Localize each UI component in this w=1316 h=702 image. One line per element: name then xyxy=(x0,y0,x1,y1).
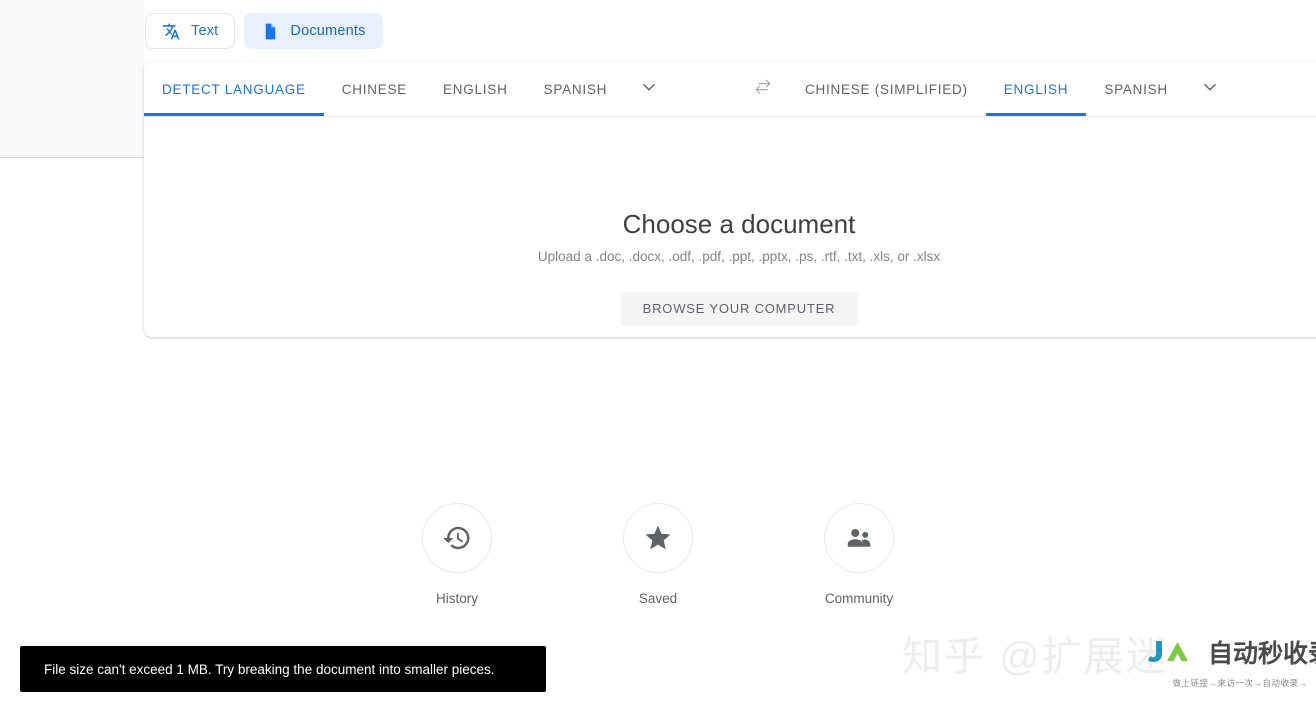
jn-logo-icon xyxy=(1147,637,1205,672)
language-bar: DETECT LANGUAGE CHINESE ENGLISH SPANISH xyxy=(144,62,1316,117)
source-tab-label: SPANISH xyxy=(543,81,608,97)
translate-card: DETECT LANGUAGE CHINESE ENGLISH SPANISH xyxy=(144,62,1316,337)
target-language-group: CHINESE (SIMPLIFIED) ENGLISH SPANISH xyxy=(787,62,1234,116)
zhihu-watermark: 知乎 @扩展迷 xyxy=(902,635,1168,679)
swap-horizontal-icon xyxy=(753,77,773,102)
target-tab-chinese-simplified[interactable]: CHINESE (SIMPLIFIED) xyxy=(787,62,986,116)
target-more-languages-button[interactable] xyxy=(1186,62,1234,116)
background-panel xyxy=(0,0,144,158)
target-tab-spanish[interactable]: SPANISH xyxy=(1086,62,1186,116)
drop-zone-title: Choose a document xyxy=(622,209,856,239)
shortcut-community-label: Community xyxy=(824,591,894,606)
source-tab-label: ENGLISH xyxy=(443,81,508,97)
text-mode-button[interactable]: Text xyxy=(145,13,236,49)
shortcut-saved-label: Saved xyxy=(638,591,678,606)
source-tab-detect-language[interactable]: DETECT LANGUAGE xyxy=(144,62,324,116)
site-logo-tagline: 做上链接→来访一次→自动收录→ xyxy=(1172,678,1308,688)
error-toast: File size can't exceed 1 MB. Try breakin… xyxy=(20,646,546,692)
history-icon xyxy=(422,503,492,573)
source-tab-label: DETECT LANGUAGE xyxy=(162,81,306,97)
source-tab-english[interactable]: ENGLISH xyxy=(425,62,526,116)
chevron-down-icon xyxy=(1199,76,1221,103)
shortcut-history-label: History xyxy=(435,591,478,606)
documents-mode-button[interactable]: Documents xyxy=(244,13,383,49)
source-tab-label: CHINESE xyxy=(341,81,408,97)
site-logo-row: 自动秒收录 xyxy=(1147,637,1316,672)
mode-switch: Text Documents xyxy=(145,13,383,49)
source-language-group: DETECT LANGUAGE CHINESE ENGLISH SPANISH xyxy=(144,62,739,116)
site-logo-watermark: 自动秒收录 做上链接→来访一次→自动收录→ xyxy=(1147,637,1316,689)
text-mode-label: Text xyxy=(191,23,219,39)
target-tab-label: ENGLISH xyxy=(1003,81,1069,97)
shortcut-community[interactable]: Community xyxy=(792,503,926,606)
toast-message: File size can't exceed 1 MB. Try breakin… xyxy=(44,661,495,677)
target-tab-english[interactable]: ENGLISH xyxy=(985,62,1087,116)
document-icon xyxy=(261,22,280,41)
target-tab-label: SPANISH xyxy=(1104,81,1168,97)
swap-languages-button[interactable] xyxy=(739,62,787,116)
people-icon xyxy=(824,503,894,573)
chevron-down-icon xyxy=(638,76,660,103)
shortcuts-row: History Saved Community xyxy=(0,503,1316,606)
shortcut-history[interactable]: History xyxy=(390,503,524,606)
source-more-languages-button[interactable] xyxy=(625,62,673,116)
source-tab-chinese[interactable]: CHINESE xyxy=(324,62,425,116)
drop-zone-subtitle: Upload a .doc, .docx, .odf, .pdf, .ppt, … xyxy=(537,249,941,264)
star-icon xyxy=(623,503,693,573)
document-drop-zone[interactable]: Choose a document Upload a .doc, .docx, … xyxy=(144,117,1316,337)
browse-your-computer-button[interactable]: BROWSE YOUR COMPUTER xyxy=(620,292,858,326)
translate-text-icon xyxy=(162,22,181,41)
source-tab-spanish[interactable]: SPANISH xyxy=(526,62,626,116)
target-tab-label: CHINESE (SIMPLIFIED) xyxy=(805,81,968,97)
documents-mode-label: Documents xyxy=(290,23,366,39)
site-logo-text: 自动秒收录 xyxy=(1208,640,1316,668)
shortcut-saved[interactable]: Saved xyxy=(591,503,725,606)
